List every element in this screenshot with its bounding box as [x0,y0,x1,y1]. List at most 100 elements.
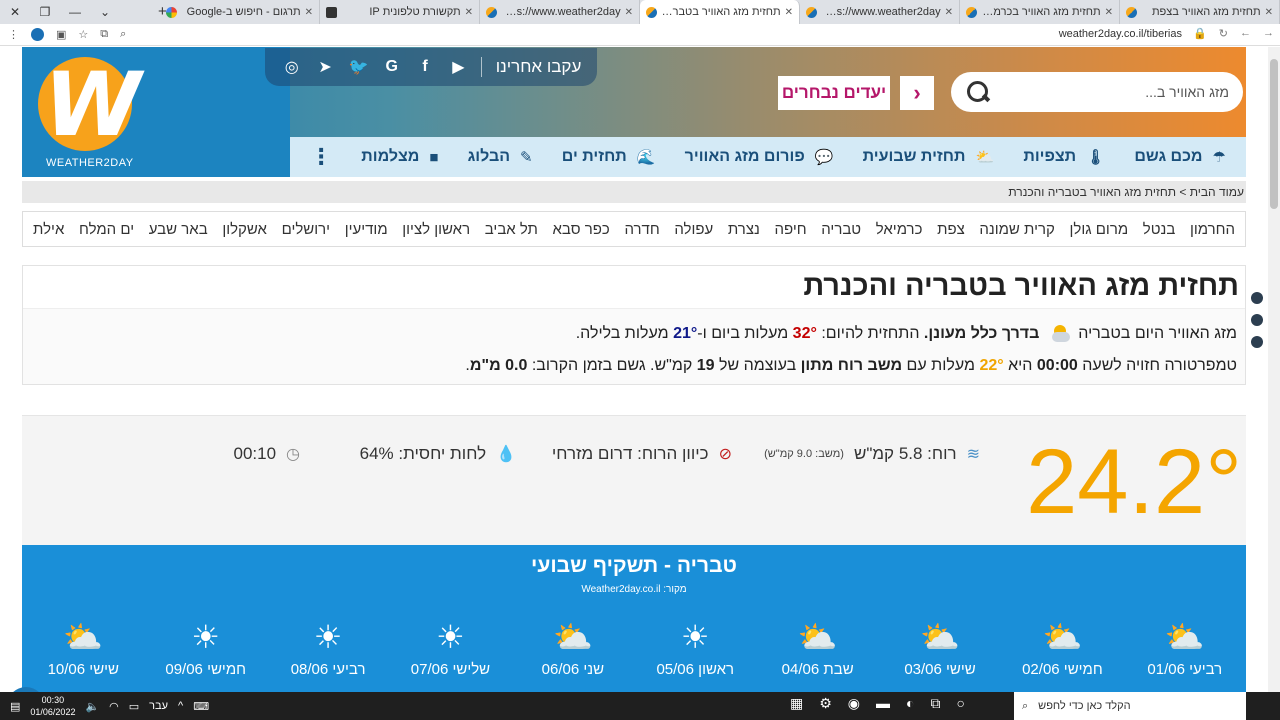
minimize-window-icon[interactable]: — [60,0,90,24]
destinations-button[interactable]: יעדים נבחרים [778,76,890,110]
taskbar-clock[interactable]: 00:30 01/06/2022 [30,694,75,718]
profile-icon[interactable] [31,28,44,41]
wifi-icon[interactable]: ◠ [109,700,119,713]
zoom-icon[interactable]: ⌕ [120,28,126,41]
nav-item[interactable]: ✎ הבלוג [468,148,533,166]
city-link[interactable]: מודיעין [345,221,388,238]
youtube-icon[interactable]: ▶ [447,57,469,77]
nav-item[interactable]: ■ מצלמות [361,148,438,166]
browser-tab[interactable]: view-source:https://www.weather2day ✕ [480,0,640,24]
scrollbar-thumb[interactable] [1270,59,1278,209]
browser-tab[interactable]: תחזית מזג האוויר בצפת ✕ [1120,0,1280,24]
back-icon[interactable]: ← [1240,27,1251,40]
site-logo[interactable]: W WEATHER2DAY [22,47,290,177]
breadcrumb[interactable]: עמוד הבית > תחזית מזג האוויר בטבריה והכנ… [22,181,1246,203]
instagram-icon[interactable]: ◎ [281,57,303,77]
city-link[interactable]: עפולה [674,221,713,238]
url-field[interactable]: weather2day.co.il/tiberias [1059,28,1182,40]
close-tab-icon[interactable]: ✕ [305,7,313,18]
weekly-day[interactable]: ⛅ חמישי 02/06 [1007,617,1117,678]
edge-icon[interactable]: ◐ [906,695,914,712]
forward-icon[interactable]: → [1263,27,1274,40]
telegram-icon[interactable]: ➤ [314,57,336,77]
tab-search-icon[interactable]: ⌄ [90,0,120,24]
browser-tab[interactable]: view-source:https://www.weather2day ✕ [800,0,960,24]
browser-tab[interactable]: תחזית מזג האוויר בטבריה והכנרת ✕ [640,0,800,24]
close-tab-icon[interactable]: ✕ [945,7,953,18]
city-link[interactable]: מרום גולן [1070,221,1129,238]
chrome-icon[interactable]: ◉ [848,695,860,712]
city-link[interactable]: אשקלון [222,221,267,238]
nav-item[interactable]: ☂ מכם גשם [1134,148,1226,166]
city-link[interactable]: אילת [33,221,64,238]
destinations-arrow-button[interactable]: ‹ [900,76,934,110]
reload-icon[interactable]: ↻ [1219,27,1228,40]
city-link[interactable]: צפת [937,221,965,238]
menu-dots-icon[interactable]: ⋮ [8,28,19,41]
close-tab-icon[interactable]: ✕ [625,7,633,18]
close-tab-icon[interactable]: ✕ [1105,7,1113,18]
nav-item[interactable]: 🌡 תצפיות [1023,148,1105,166]
weekly-day[interactable]: ⛅ שני 06/06 [518,617,628,678]
app-icon[interactable]: ⚙ [819,695,832,712]
site-search[interactable]: מזג האוויר ב... [951,72,1243,112]
folder-icon[interactable]: ▬ [876,695,890,712]
close-tab-icon[interactable]: ✕ [465,7,473,18]
browser-tab[interactable]: תחזית מזג האוויר בכרמיאל - weather2day ✕ [960,0,1120,24]
bookmark-star-icon[interactable]: ☆ [78,28,88,41]
weekly-day[interactable]: ☀ ראשון 05/06 [640,617,750,678]
side-dot[interactable] [1251,292,1263,304]
city-link[interactable]: ירושלים [282,221,330,238]
google-icon[interactable]: G [381,58,403,76]
taskbar-search-input[interactable]: הקלד כאן כדי לחפש [1038,700,1130,712]
task-view-icon[interactable]: ⧉ [930,695,940,712]
city-link[interactable]: ים המלח [79,221,134,238]
weekly-day[interactable]: ⛅ שבת 04/06 [763,617,873,678]
weekly-day[interactable]: ☀ רביעי 08/06 [273,617,383,678]
page-scrollbar[interactable] [1268,47,1280,692]
weekly-day[interactable]: ☀ שלישי 07/06 [395,617,505,678]
weekly-day[interactable]: ⛅ שישי 10/06 [28,617,138,678]
side-dot[interactable] [1251,314,1263,326]
nav-item[interactable]: ⛅ תחזית שבועית [863,148,995,166]
cortana-icon[interactable]: ○ [956,695,964,712]
keyboard-icon[interactable]: ⌨ [193,700,209,713]
close-tab-icon[interactable]: ✕ [785,7,793,18]
nav-item[interactable]: 🌊 תחזית ים [562,148,656,166]
weekly-day[interactable]: ⛅ שישי 03/06 [885,617,995,678]
lock-icon[interactable]: 🔒 [1193,27,1207,40]
weekly-day[interactable]: ☀ חמישי 09/06 [151,617,261,678]
twitter-icon[interactable]: 🐦 [347,57,369,77]
taskbar-search[interactable]: הקלד כאן כדי לחפש ⌕ [1014,692,1246,720]
restore-window-icon[interactable]: ❐ [30,0,60,24]
city-link[interactable]: כרמיאל [876,221,923,238]
city-link[interactable]: ראשון לציון [402,221,470,238]
city-link[interactable]: החרמון [1190,221,1235,238]
side-dot[interactable] [1251,336,1263,348]
extensions-icon[interactable]: ⧉ [100,28,108,41]
city-link[interactable]: תל אביב [485,221,538,238]
close-tab-icon[interactable]: ✕ [1265,7,1273,18]
weekly-day[interactable]: ⛅ רביעי 01/06 [1130,617,1240,678]
app-icon[interactable]: ▦ [790,695,803,712]
browser-tab[interactable]: תרגום - חיפוש ב-Google ✕ [160,0,320,24]
close-window-icon[interactable]: ✕ [0,0,30,24]
volume-icon[interactable]: 🔈 [85,700,99,713]
browser-tab[interactable]: תקשורת טלפונית IP ✕ [320,0,480,24]
nav-item[interactable]: 💬 פורום מזג האוויר [685,148,834,166]
city-link[interactable]: קרית שמונה [979,221,1054,238]
reading-list-icon[interactable]: ▣ [56,28,66,41]
search-icon[interactable] [965,79,991,105]
city-link[interactable]: טבריה [821,221,861,238]
city-link[interactable]: כפר סבא [553,221,610,238]
city-link[interactable]: באר שבע [149,221,208,238]
city-link[interactable]: נצרת [728,221,760,238]
nav-more-icon[interactable]: ⋮ [310,144,332,170]
tray-chevron-icon[interactable]: ^ [178,700,183,712]
notifications-icon[interactable]: ▤ [10,700,20,713]
city-link[interactable]: חדרה [624,221,659,238]
city-link[interactable]: בנטל [1143,221,1176,238]
battery-icon[interactable]: ▭ [129,700,139,713]
facebook-icon[interactable]: f [414,58,436,76]
language-indicator[interactable]: עבר [149,700,168,712]
